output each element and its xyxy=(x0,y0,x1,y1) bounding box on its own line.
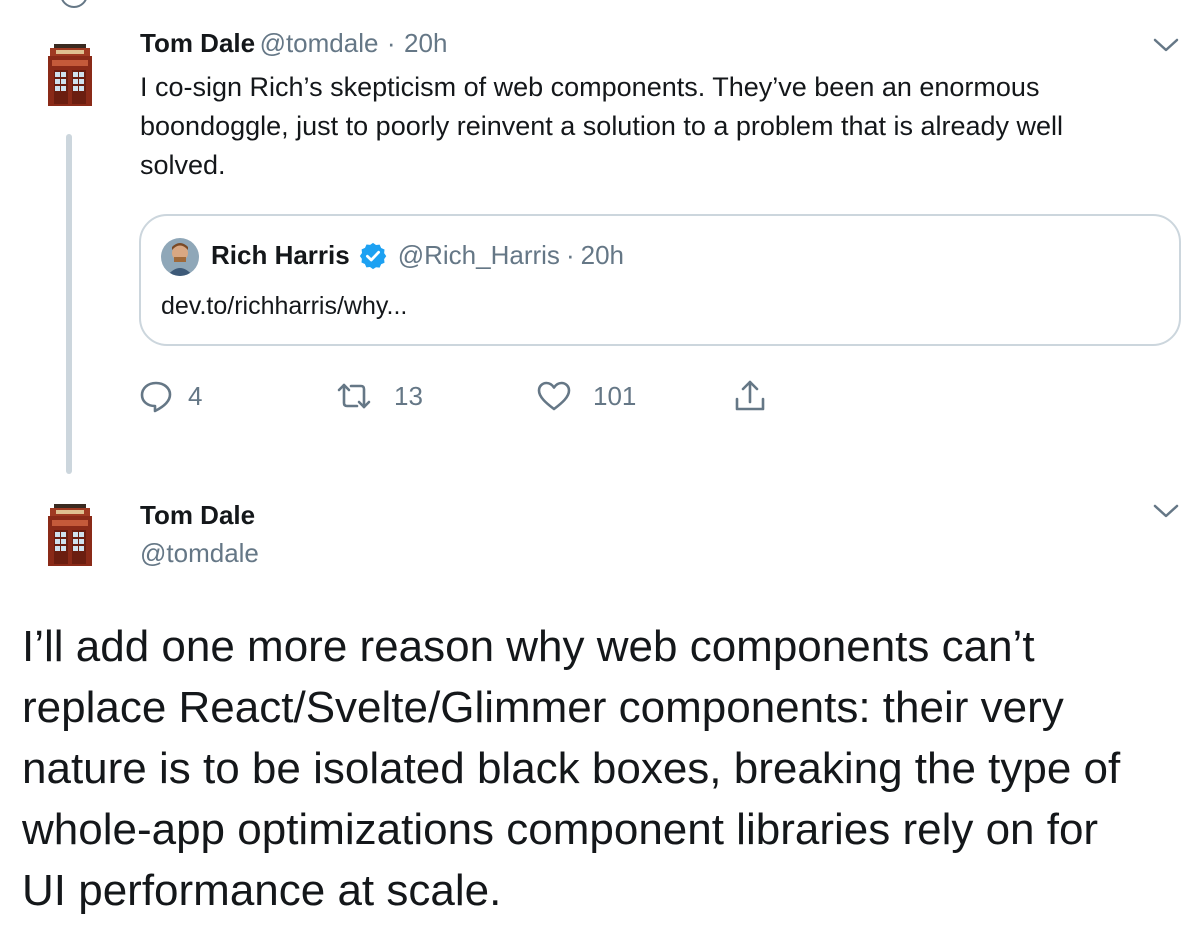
avatar-phonebooth-icon xyxy=(48,44,92,106)
quoted-header-separator: · xyxy=(565,240,575,270)
tweet-header: Tom Dale @tomdale · 20h xyxy=(140,28,447,59)
tweet-text-line: boondoggle, just to poorly reinvent a so… xyxy=(140,111,1064,141)
tweet-menu-button[interactable] xyxy=(1152,36,1180,59)
header-separator: · xyxy=(386,28,396,58)
retweet-action[interactable]: 13 xyxy=(336,378,423,414)
chevron-down-icon xyxy=(1153,504,1179,518)
quoted-author-name[interactable]: Rich Harris xyxy=(211,240,350,271)
avatar-photo-icon xyxy=(161,238,199,276)
tweet-time[interactable]: 20h xyxy=(404,28,447,58)
author-name[interactable]: Tom Dale xyxy=(140,28,255,58)
reply-action[interactable]: 4 xyxy=(138,378,202,414)
reply-count: 4 xyxy=(188,380,203,411)
main-tweet-text-line: I’ll add one more reason why web compone… xyxy=(22,622,1035,671)
like-action[interactable]: 101 xyxy=(536,378,636,414)
chevron-down-icon xyxy=(1153,38,1179,52)
quoted-author-avatar[interactable] xyxy=(161,238,199,276)
tweet-text-line: I co-sign Rich’s skepticism of web compo… xyxy=(140,72,1040,102)
retweet-count: 13 xyxy=(394,380,423,411)
main-author-name[interactable]: Tom Dale xyxy=(140,500,255,531)
quoted-tweet-link[interactable]: dev.to/richharris/why... xyxy=(161,292,407,321)
main-tweet-text-line: whole-app optimizations component librar… xyxy=(22,805,1099,854)
author-avatar[interactable] xyxy=(46,42,94,106)
main-tweet[interactable]: Tom Dale @tomdale I’ll add one more reas… xyxy=(0,490,1199,927)
thread-tweet[interactable]: Tom Dale @tomdale · 20h I co-sign Rich’s… xyxy=(0,0,1199,480)
verified-badge-icon xyxy=(359,242,386,269)
main-tweet-menu-button[interactable] xyxy=(1152,502,1180,525)
main-tweet-text-line: nature is to be isolated black boxes, br… xyxy=(22,744,1121,793)
tweet-text-line: solved. xyxy=(140,150,226,180)
like-icon xyxy=(537,381,571,411)
quoted-tweet-card[interactable]: Rich Harris @Rich_Harris · 20h dev.to/ri… xyxy=(139,214,1181,346)
thread-connector-line xyxy=(66,134,72,474)
quoted-author-handle[interactable]: @Rich_Harris xyxy=(398,240,560,271)
retweet-icon xyxy=(337,383,371,409)
avatar-phonebooth-icon xyxy=(48,504,92,566)
main-author-handle[interactable]: @tomdale xyxy=(140,538,259,569)
tweet-text: I co-sign Rich’s skepticism of web compo… xyxy=(140,68,1195,185)
main-tweet-text-line: replace React/Svelte/Glimmer components:… xyxy=(22,683,1064,732)
author-handle[interactable]: @tomdale xyxy=(260,28,379,58)
quoted-tweet-time[interactable]: 20h xyxy=(581,240,624,271)
reply-icon xyxy=(140,381,172,413)
like-count: 101 xyxy=(593,380,637,411)
quoted-tweet-header: Rich Harris @Rich_Harris · 20h xyxy=(211,240,624,271)
main-tweet-text-line: UI performance at scale. xyxy=(22,866,502,915)
main-author-avatar[interactable] xyxy=(46,502,94,566)
share-icon xyxy=(735,380,765,411)
share-action[interactable] xyxy=(732,378,768,419)
main-tweet-text: I’ll add one more reason why web compone… xyxy=(22,616,1192,921)
